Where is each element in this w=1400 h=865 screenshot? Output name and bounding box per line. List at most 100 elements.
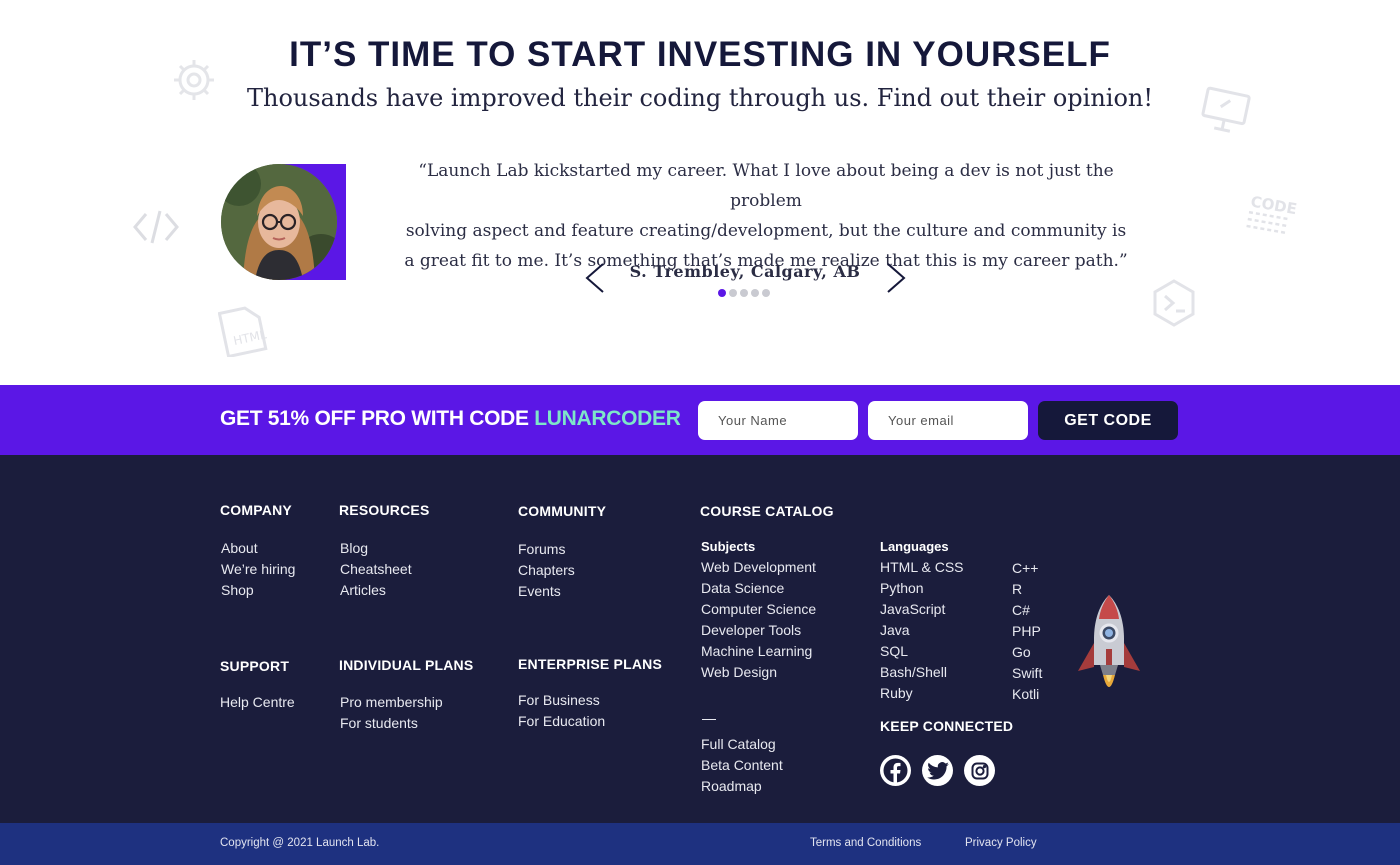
language-link[interactable]: Ruby <box>880 683 964 704</box>
language-link[interactable]: Kotli <box>1012 684 1042 705</box>
monitor-icon <box>1201 86 1251 133</box>
catalog-link[interactable]: Roadmap <box>701 776 783 797</box>
footer-link-students[interactable]: For students <box>340 713 473 734</box>
divider <box>702 719 716 720</box>
catalog-subjects: Subjects Web Development Data Science Co… <box>701 536 816 683</box>
footer-link-forums[interactable]: Forums <box>518 539 606 560</box>
footer-link-events[interactable]: Events <box>518 581 606 602</box>
footer-company: COMPANY About We’re hiring Shop <box>220 502 295 601</box>
twitter-glyph <box>926 761 949 779</box>
subjects-heading: Subjects <box>701 539 756 554</box>
catalog-link[interactable]: Developer Tools <box>701 620 816 641</box>
footer-link-help-centre[interactable]: Help Centre <box>220 692 295 713</box>
quote-line: “Launch Lab kickstarted my career. What … <box>418 161 1114 211</box>
terms-link[interactable]: Terms and Conditions <box>810 837 921 849</box>
footer-link-shop[interactable]: Shop <box>221 580 295 601</box>
language-link[interactable]: C# <box>1012 600 1042 621</box>
testimonial-author: S. Trembley, Calgary, AB <box>629 262 861 281</box>
terminal-icon <box>1153 279 1195 327</box>
catalog-extra: Full Catalog Beta Content Roadmap <box>701 719 783 797</box>
footer-link-cheatsheet[interactable]: Cheatsheet <box>340 559 429 580</box>
instagram-glyph <box>971 762 988 779</box>
footer-individual-plans: INDIVIDUAL PLANS Pro membership For stud… <box>339 657 473 734</box>
footer-enterprise-plans: ENTERPRISE PLANS For Business For Educat… <box>518 656 662 732</box>
footer-heading: COURSE CATALOG <box>700 503 834 519</box>
catalog-link[interactable]: Data Science <box>701 578 816 599</box>
slide-dot[interactable] <box>718 289 726 297</box>
footer-heading: SUPPORT <box>220 658 290 674</box>
code-brackets-icon <box>133 210 179 244</box>
quote-line: solving aspect and feature creating/deve… <box>405 221 1127 241</box>
email-input[interactable] <box>868 401 1028 440</box>
languages-heading: Languages <box>880 539 949 554</box>
testimonial-section: IT’S TIME TO START INVESTING IN YOURSELF… <box>0 0 1400 385</box>
facebook-glyph <box>883 758 908 783</box>
slide-indicator <box>718 289 770 297</box>
language-link[interactable]: HTML & CSS <box>880 557 964 578</box>
language-link[interactable]: C++ <box>1012 558 1042 579</box>
promo-bar: GET 51% OFF PRO WITH CODE LUNARCODER GET… <box>0 385 1400 455</box>
language-link[interactable]: Swift <box>1012 663 1042 684</box>
footer-link-chapters[interactable]: Chapters <box>518 560 606 581</box>
copyright-text: Copyright @ 2021 Launch Lab. <box>220 837 380 849</box>
language-link[interactable]: PHP <box>1012 621 1042 642</box>
language-link[interactable]: Bash/Shell <box>880 662 964 683</box>
footer-link-articles[interactable]: Articles <box>340 580 429 601</box>
footer-link-education[interactable]: For Education <box>518 711 662 732</box>
promo-code: LUNARCODER <box>534 407 681 430</box>
site-footer: COMPANY About We’re hiring Shop RESOURCE… <box>0 455 1400 823</box>
gear-at-icon <box>174 60 214 100</box>
previous-arrow-icon[interactable] <box>583 262 607 294</box>
testimonial-quote: “Launch Lab kickstarted my career. What … <box>380 156 1152 276</box>
footer-link-blog[interactable]: Blog <box>340 538 429 559</box>
footer-support: SUPPORT Help Centre <box>220 658 295 713</box>
slide-dot[interactable] <box>740 289 748 297</box>
footer-heading: COMMUNITY <box>518 503 607 519</box>
language-link[interactable]: R <box>1012 579 1042 600</box>
footer-heading: RESOURCES <box>339 502 430 518</box>
privacy-link[interactable]: Privacy Policy <box>965 837 1037 849</box>
promo-headline: GET 51% OFF PRO WITH CODE LUNARCODER <box>220 407 681 431</box>
next-arrow-icon[interactable] <box>884 262 908 294</box>
language-link[interactable]: JavaScript <box>880 599 964 620</box>
language-link[interactable]: Go <box>1012 642 1042 663</box>
twitter-icon[interactable] <box>922 755 953 786</box>
footer-community: COMMUNITY Forums Chapters Events <box>518 503 606 602</box>
slide-dot[interactable] <box>729 289 737 297</box>
footer-link-about[interactable]: About <box>221 538 295 559</box>
get-code-button[interactable]: GET CODE <box>1038 401 1178 440</box>
language-link[interactable]: Python <box>880 578 964 599</box>
footer-link-pro-membership[interactable]: Pro membership <box>340 692 473 713</box>
footer-link-business[interactable]: For Business <box>518 690 662 711</box>
avatar <box>221 164 337 280</box>
catalog-languages: Languages HTML & CSS Python JavaScript J… <box>880 536 964 704</box>
catalog-link[interactable]: Web Design <box>701 662 816 683</box>
catalog-link[interactable]: Computer Science <box>701 599 816 620</box>
catalog-languages-more: C++ R C# PHP Go Swift Kotli <box>1012 558 1042 705</box>
footer-heading: COMPANY <box>220 502 292 518</box>
catalog-link[interactable]: Beta Content <box>701 755 783 776</box>
catalog-link[interactable]: Machine Learning <box>701 641 816 662</box>
avatar-portrait <box>221 164 337 280</box>
language-link[interactable]: Java <box>880 620 964 641</box>
footer-heading: INDIVIDUAL PLANS <box>339 657 474 673</box>
name-input[interactable] <box>698 401 858 440</box>
social-links <box>880 755 995 786</box>
catalog-link[interactable]: Full Catalog <box>701 734 783 755</box>
footer-link-hiring[interactable]: We’re hiring <box>221 559 295 580</box>
footer-course-catalog: COURSE CATALOG <box>700 503 834 519</box>
language-link[interactable]: SQL <box>880 641 964 662</box>
catalog-link[interactable]: Web Development <box>701 557 816 578</box>
instagram-icon[interactable] <box>964 755 995 786</box>
footer-resources: RESOURCES Blog Cheatsheet Articles <box>339 502 429 601</box>
footer-heading: ENTERPRISE PLANS <box>518 656 662 672</box>
footer-heading: KEEP CONNECTED <box>880 718 1014 734</box>
bottom-bar: Copyright @ 2021 Launch Lab. Terms and C… <box>0 823 1400 865</box>
keep-connected: KEEP CONNECTED <box>880 718 1013 734</box>
slide-dot[interactable] <box>762 289 770 297</box>
html-file-icon: HTML <box>218 306 268 357</box>
rocket-icon <box>1078 595 1140 687</box>
code-tag-icon: CODE <box>1246 192 1298 235</box>
facebook-icon[interactable] <box>880 755 911 786</box>
slide-dot[interactable] <box>751 289 759 297</box>
